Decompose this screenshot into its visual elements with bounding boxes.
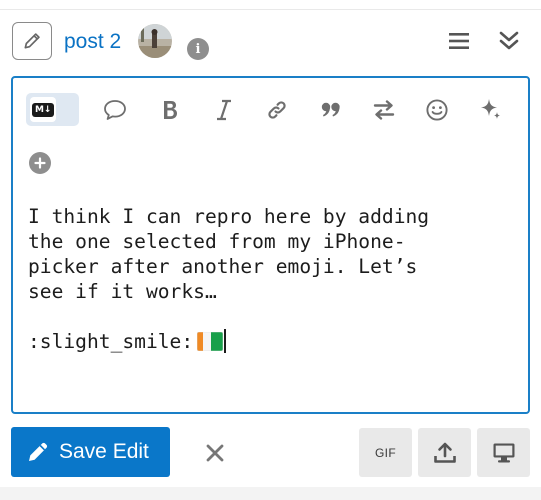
double-chevron-down-icon[interactable] bbox=[496, 28, 522, 54]
pencil-icon bbox=[24, 33, 40, 49]
post-reply-link[interactable]: post 2 bbox=[64, 30, 121, 54]
markdown-toggle-knob: M↓ bbox=[30, 97, 56, 122]
italic-icon[interactable] bbox=[207, 94, 241, 126]
bottom-strip bbox=[0, 487, 541, 500]
swap-arrows-icon[interactable] bbox=[367, 94, 401, 126]
markdown-icon: M↓ bbox=[32, 102, 54, 117]
hamburger-menu-icon[interactable] bbox=[446, 28, 472, 54]
gif-button[interactable]: GIF bbox=[359, 428, 412, 477]
text-line bbox=[28, 304, 516, 329]
plus-circle-icon[interactable] bbox=[29, 152, 51, 174]
edit-mode-button[interactable] bbox=[12, 22, 52, 60]
formatting-toolbar: M↓ bbox=[13, 78, 528, 140]
text-line: picker after another emoji. Let’s bbox=[28, 255, 418, 278]
sparkle-icon[interactable] bbox=[473, 94, 507, 126]
upload-button[interactable] bbox=[418, 428, 471, 477]
editor-frame: M↓ I think I can repro here by adding th… bbox=[11, 76, 530, 414]
text-line-emoji: :slight_smile: bbox=[28, 329, 516, 354]
save-edit-label: Save Edit bbox=[59, 440, 149, 463]
text-line: the one selected from my iPhone- bbox=[28, 230, 406, 253]
quote-icon[interactable] bbox=[314, 94, 348, 126]
composer-header: post 2 i bbox=[0, 12, 541, 74]
text-caret bbox=[224, 329, 226, 353]
bold-icon[interactable] bbox=[153, 94, 187, 126]
pencil-icon bbox=[29, 442, 48, 461]
avatar[interactable] bbox=[138, 24, 172, 58]
speech-bubble-icon[interactable] bbox=[98, 94, 132, 126]
post-body-textarea[interactable]: I think I can repro here by adding the on… bbox=[28, 204, 516, 354]
top-divider bbox=[0, 0, 541, 10]
text-line: I think I can repro here by adding bbox=[28, 205, 430, 228]
save-edit-button[interactable]: Save Edit bbox=[11, 427, 170, 477]
close-icon[interactable] bbox=[200, 440, 230, 466]
upload-icon bbox=[433, 442, 456, 463]
info-glyph: i bbox=[195, 41, 201, 57]
text-line: see if it works… bbox=[28, 280, 217, 303]
toggle-preview-button[interactable] bbox=[477, 428, 530, 477]
flag-emoji bbox=[197, 332, 224, 351]
link-icon[interactable] bbox=[260, 94, 294, 126]
emoji-shortcode: :slight_smile: bbox=[28, 330, 194, 353]
monitor-icon bbox=[493, 443, 514, 462]
smiley-icon[interactable] bbox=[420, 94, 454, 126]
markdown-toggle[interactable]: M↓ bbox=[26, 93, 79, 126]
gif-label: GIF bbox=[375, 445, 396, 460]
info-icon[interactable]: i bbox=[187, 38, 209, 60]
